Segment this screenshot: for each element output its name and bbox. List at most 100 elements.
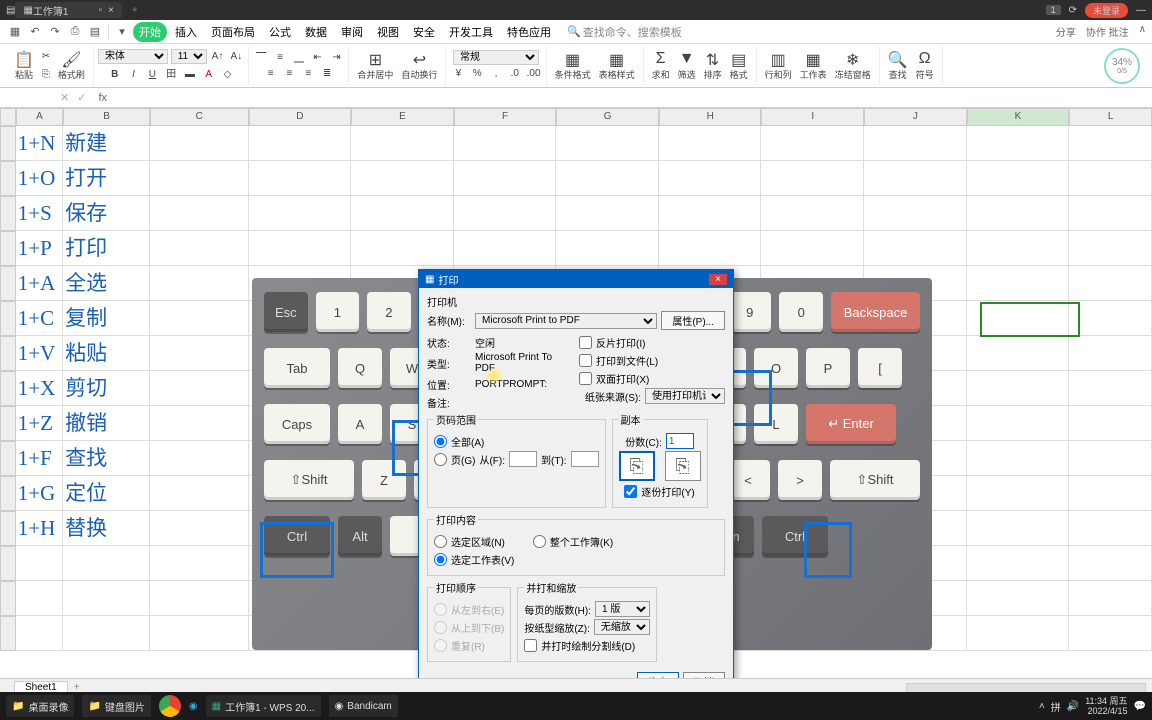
cell[interactable] [150, 336, 249, 371]
tab-featured[interactable]: 特色应用 [501, 22, 557, 42]
italic-icon[interactable]: I [126, 67, 142, 83]
cell[interactable] [16, 546, 63, 581]
cell[interactable] [1069, 301, 1152, 336]
print-icon[interactable]: ▤ [86, 23, 104, 41]
cell[interactable] [1069, 476, 1152, 511]
cell[interactable] [967, 196, 1070, 231]
cell[interactable] [1069, 441, 1152, 476]
cell[interactable]: 1+P [16, 231, 63, 266]
taskbar-item[interactable]: 📁桌面录像 [6, 695, 74, 717]
completion-indicator[interactable]: 34% 0/5 [1104, 48, 1140, 84]
app-menu-icon[interactable]: ▦ [6, 23, 24, 41]
cell[interactable] [659, 161, 762, 196]
tray-up-icon[interactable]: ˄ [1039, 701, 1045, 712]
cell[interactable] [967, 336, 1070, 371]
cell[interactable]: 1+S [16, 196, 63, 231]
worksheet-button[interactable]: ▦工作表 [796, 50, 831, 81]
copies-input[interactable] [666, 433, 694, 449]
cell[interactable] [150, 581, 249, 616]
cell[interactable] [967, 476, 1070, 511]
col-header[interactable]: K [967, 108, 1070, 126]
sum-button[interactable]: Σ求和 [648, 50, 674, 81]
cell[interactable] [150, 231, 249, 266]
cell[interactable]: 打印 [63, 231, 150, 266]
filter-button[interactable]: ▼筛选 [674, 50, 700, 81]
confirm-formula-icon[interactable]: ✓ [73, 91, 90, 104]
cell[interactable] [1069, 336, 1152, 371]
paste-button[interactable]: 📋粘贴 [10, 50, 38, 81]
cell[interactable] [150, 301, 249, 336]
cell[interactable] [150, 196, 249, 231]
cell[interactable] [454, 196, 557, 231]
taskbar-clock[interactable]: 11:34 周五 2022/4/15 [1085, 696, 1127, 716]
col-header[interactable]: J [864, 108, 967, 126]
rowcol-button[interactable]: ▥行和列 [761, 50, 796, 81]
cell[interactable]: 撤销 [63, 406, 150, 441]
cell[interactable] [967, 441, 1070, 476]
tab-security[interactable]: 安全 [407, 22, 441, 42]
tab-close-icon[interactable]: × [108, 5, 114, 16]
to-input[interactable] [571, 451, 599, 467]
align-center-icon[interactable]: ≡ [281, 66, 297, 82]
cell[interactable]: 新建 [63, 126, 150, 161]
selsheet-radio[interactable] [434, 553, 447, 566]
cell[interactable] [150, 546, 249, 581]
cell[interactable]: 1+H [16, 511, 63, 546]
font-select[interactable]: 宋体 [98, 49, 168, 64]
cell[interactable]: 查找 [63, 441, 150, 476]
cell[interactable] [249, 126, 352, 161]
add-tab-icon[interactable]: + [132, 5, 138, 16]
cell[interactable] [1069, 196, 1152, 231]
cell[interactable]: 替换 [63, 511, 150, 546]
cell[interactable] [1069, 406, 1152, 441]
fill-color-icon[interactable]: ▬ [182, 67, 198, 83]
share-button[interactable]: 分享 [1056, 24, 1076, 39]
tab-review[interactable]: 审阅 [335, 22, 369, 42]
collate-checkbox[interactable] [624, 485, 637, 498]
wrap-text-button[interactable]: ↩自动换行 [397, 50, 441, 81]
cell[interactable] [556, 161, 659, 196]
cell[interactable] [761, 196, 864, 231]
taskbar-item[interactable]: 📁键盘图片 [82, 695, 150, 717]
notification-badge[interactable]: 1 [1046, 5, 1061, 15]
cell[interactable] [761, 231, 864, 266]
col-header[interactable]: C [150, 108, 249, 126]
cell[interactable] [967, 581, 1070, 616]
increase-font-icon[interactable]: A↑ [210, 49, 226, 65]
cell[interactable] [967, 266, 1070, 301]
document-tab[interactable]: ▦ 工作簿1 ▫ × [15, 2, 121, 18]
cell[interactable]: 1+A [16, 266, 63, 301]
cell[interactable] [150, 406, 249, 441]
indent-inc-icon[interactable]: ⇥ [328, 50, 344, 66]
ime-icon[interactable]: 拼 [1051, 699, 1061, 714]
decrease-font-icon[interactable]: A↓ [228, 49, 244, 65]
tab-start[interactable]: 开始 [133, 22, 167, 42]
cell[interactable]: 1+Z [16, 406, 63, 441]
col-header[interactable]: A [16, 108, 63, 126]
percent-icon[interactable]: % [469, 65, 485, 81]
cut-icon[interactable]: ✂ [38, 49, 54, 65]
edge-icon[interactable]: ◉ [189, 701, 198, 712]
cell[interactable] [967, 161, 1070, 196]
scale-select[interactable]: 无缩放 [594, 619, 650, 635]
collate-icon-1[interactable]: ⎘ [619, 451, 655, 481]
cell[interactable] [864, 126, 967, 161]
cell[interactable] [659, 231, 762, 266]
cell[interactable]: 打开 [63, 161, 150, 196]
from-input[interactable] [509, 451, 537, 467]
cell[interactable] [1069, 266, 1152, 301]
cell[interactable] [1069, 616, 1152, 651]
cell[interactable] [16, 581, 63, 616]
pages-radio[interactable] [434, 453, 447, 466]
cell[interactable]: 1+O [16, 161, 63, 196]
cond-format-button[interactable]: ▦条件格式 [551, 50, 595, 81]
cell[interactable] [967, 231, 1070, 266]
cell[interactable] [967, 406, 1070, 441]
cell[interactable] [351, 126, 454, 161]
cell[interactable] [63, 546, 150, 581]
login-button[interactable]: 未登录 [1085, 3, 1128, 18]
cell[interactable] [63, 581, 150, 616]
taskbar-item[interactable]: ▦工作簿1 - WPS 20... [206, 695, 321, 717]
cell[interactable] [150, 266, 249, 301]
dec-dec-icon[interactable]: .00 [526, 65, 542, 81]
